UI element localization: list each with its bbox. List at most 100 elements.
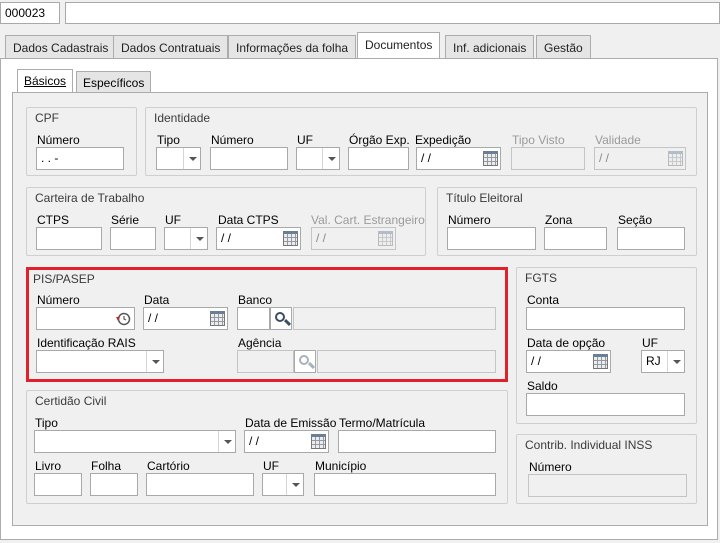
certidao-municipio-input[interactable] — [314, 473, 496, 496]
identidade-numero-label: Número — [211, 133, 254, 147]
fgts-uf-value: RJ — [646, 354, 661, 368]
inss-numero-label: Número — [529, 460, 572, 474]
certidao-data-emissao-input[interactable]: / / — [244, 430, 329, 453]
identidade-orgao-input[interactable] — [348, 147, 409, 170]
fgts-conta-label: Conta — [527, 293, 560, 307]
identidade-expedicao-label: Expedição — [415, 133, 472, 147]
certidao-cartorio-label: Cartório — [147, 459, 190, 473]
pis-agencia-input — [237, 350, 294, 373]
identidade-uf-label: UF — [297, 133, 313, 147]
tab-documentos[interactable]: Documentos — [357, 32, 441, 59]
certidao-termo-input[interactable] — [338, 430, 496, 453]
titulo-numero-input[interactable] — [447, 227, 536, 250]
identidade-tipo-visto-label: Tipo Visto — [512, 133, 565, 147]
pis-agencia-name-field — [317, 350, 496, 373]
ctps-data-label: Data CTPS — [218, 213, 279, 227]
ctps-serie-label: Série — [111, 213, 140, 227]
identidade-expedicao-input[interactable]: / / — [416, 147, 501, 170]
ctps-serie-input[interactable] — [110, 227, 156, 250]
tab-dados-cadastrais[interactable]: Dados Cadastrais — [5, 35, 117, 59]
pis-banco-input[interactable] — [237, 307, 270, 330]
pis-agencia-label: Agência — [238, 336, 282, 350]
calendar-icon — [378, 231, 393, 246]
pis-data-label: Data — [144, 293, 170, 307]
subtab-especificos[interactable]: Específicos — [76, 71, 152, 93]
titulo-secao-input[interactable] — [617, 227, 685, 250]
ctps-uf-select[interactable] — [164, 227, 208, 250]
agencia-search-icon — [294, 350, 316, 373]
titulo-zona-input[interactable] — [544, 227, 607, 250]
name-field[interactable] — [65, 2, 720, 24]
fgts-saldo-input[interactable] — [526, 393, 685, 416]
certidao-tipo-select[interactable] — [34, 430, 236, 453]
banco-search-icon[interactable] — [270, 307, 292, 330]
certidao-livro-label: Livro — [35, 459, 62, 473]
pis-rais-select[interactable] — [36, 350, 164, 373]
identidade-uf-select[interactable] — [296, 147, 340, 170]
pis-rais-label: Identificação RAIS — [37, 336, 136, 350]
history-icon[interactable] — [115, 310, 132, 327]
certidao-tipo-label: Tipo — [35, 416, 58, 430]
subtab-basicos-label: Básicos — [24, 74, 67, 88]
ctps-val-value: / / — [316, 231, 327, 245]
inss-numero-input — [528, 474, 687, 497]
calendar-icon[interactable] — [483, 151, 498, 166]
calendar-icon[interactable] — [210, 311, 225, 326]
titulo-zona-label: Zona — [545, 213, 573, 227]
chevron-down-icon[interactable] — [183, 148, 200, 169]
chevron-down-icon[interactable] — [286, 474, 303, 495]
certidao-data-emissao-value: / / — [249, 434, 260, 448]
ctps-val-input: / / — [311, 227, 396, 250]
certidao-folha-input[interactable] — [90, 473, 138, 496]
calendar-icon[interactable] — [311, 434, 326, 449]
chevron-down-icon[interactable] — [667, 351, 684, 372]
titulo-numero-label: Número — [448, 213, 491, 227]
certidao-title: Certidão Civil — [35, 394, 107, 408]
calendar-icon[interactable] — [283, 231, 298, 246]
certidao-data-emissao-label: Data de Emissão — [245, 416, 337, 430]
tab-dados-contratuais[interactable]: Dados Contratuais — [113, 35, 229, 59]
pis-banco-name-field — [293, 307, 496, 330]
pis-data-input[interactable]: / / — [143, 307, 228, 330]
cpf-numero-input[interactable]: . . - — [36, 147, 124, 170]
certidao-municipio-label: Município — [315, 459, 367, 473]
fgts-data-opcao-label: Data de opção — [527, 336, 606, 350]
calendar-icon[interactable] — [593, 354, 608, 369]
code-field[interactable]: 000023 — [0, 2, 60, 24]
certidao-uf-select[interactable] — [262, 473, 304, 496]
pis-numero-input[interactable] — [36, 307, 135, 330]
cpf-title: CPF — [35, 111, 59, 125]
identidade-orgao-label: Órgão Exp. — [349, 133, 410, 147]
ctps-input[interactable] — [36, 227, 102, 250]
certidao-livro-input[interactable] — [34, 473, 82, 496]
chevron-down-icon[interactable] — [218, 431, 235, 452]
identidade-numero-input[interactable] — [210, 147, 288, 170]
tab-inf-adicionais[interactable]: Inf. adicionais — [445, 35, 535, 59]
fgts-conta-input[interactable] — [526, 307, 685, 330]
identidade-tipo-label: Tipo — [157, 133, 180, 147]
ctps-data-value: / / — [221, 231, 232, 245]
certidao-folha-label: Folha — [91, 459, 122, 473]
expedicao-value: / / — [421, 151, 432, 165]
certidao-cartorio-input[interactable] — [146, 473, 254, 496]
subtab-basicos[interactable]: Básicos — [17, 69, 74, 93]
tab-informacoes-folha[interactable]: Informações da folha — [228, 35, 357, 59]
identidade-validade-input: / / — [594, 147, 686, 170]
inss-title: Contrib. Individual INSS — [525, 438, 653, 452]
chevron-down-icon[interactable] — [322, 148, 339, 169]
certidao-termo-label: Termo/Matrícula — [339, 416, 426, 430]
fgts-data-opcao-input[interactable]: / / — [526, 350, 611, 373]
fgts-uf-select[interactable]: RJ — [641, 350, 685, 373]
ctps-data-input[interactable]: / / — [216, 227, 301, 250]
fgts-uf-label: UF — [642, 336, 658, 350]
chevron-down-icon[interactable] — [146, 351, 163, 372]
titulo-secao-label: Seção — [618, 213, 653, 227]
chevron-down-icon[interactable] — [190, 228, 207, 249]
identidade-tipo-select[interactable] — [156, 147, 201, 170]
pis-banco-label: Banco — [238, 293, 273, 307]
tab-gestao[interactable]: Gestão — [536, 35, 591, 59]
ctps-uf-label: UF — [165, 213, 181, 227]
pis-numero-label: Número — [37, 293, 80, 307]
pis-data-value: / / — [148, 311, 159, 325]
fgts-title: FGTS — [525, 271, 557, 285]
